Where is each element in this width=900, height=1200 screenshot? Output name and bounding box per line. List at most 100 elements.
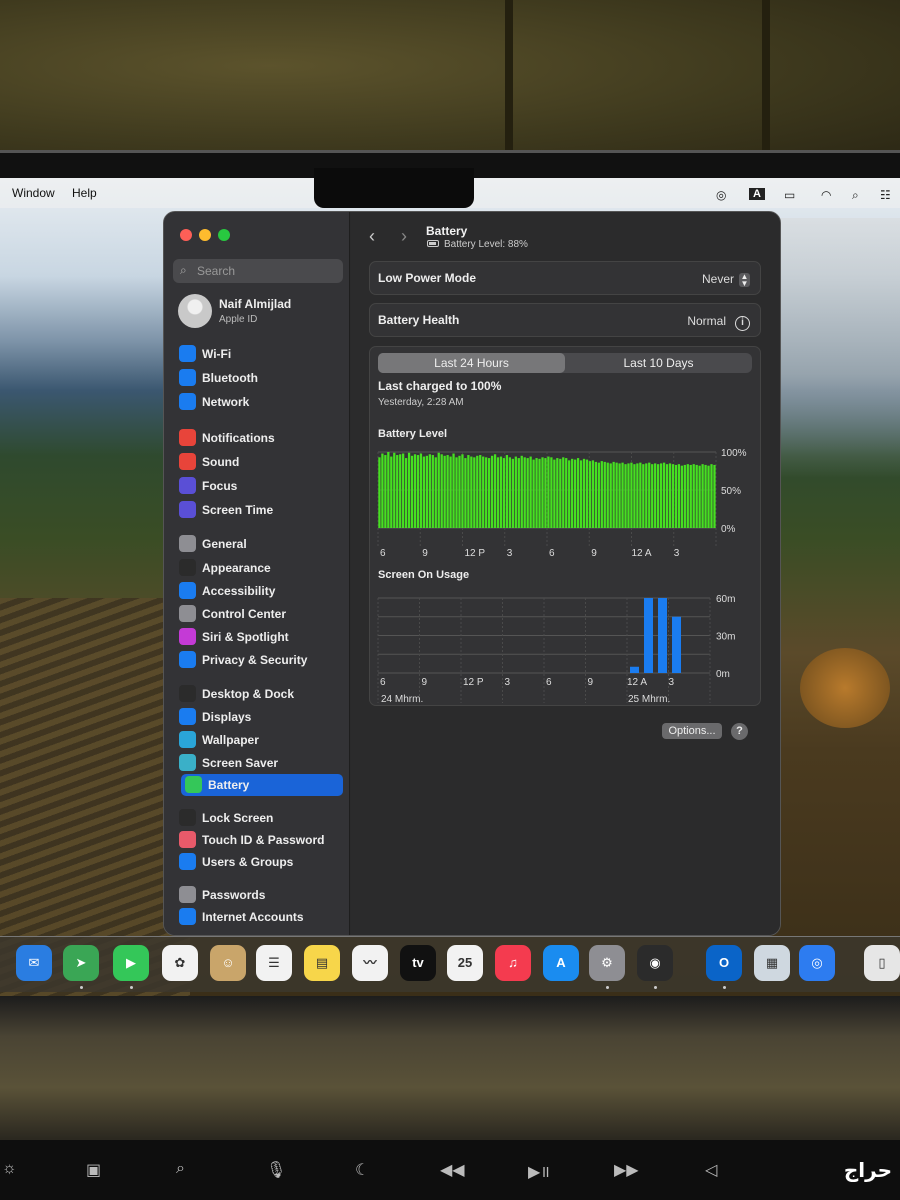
sidebar-item-passwords[interactable]: Passwords	[179, 884, 343, 906]
sidebar-item-focus[interactable]: Focus	[179, 475, 343, 497]
notes-icon[interactable]: ▤	[304, 945, 340, 981]
document-icon[interactable]: ▯	[864, 945, 900, 981]
sidebar-item-screen-saver[interactable]: Screen Saver	[179, 752, 343, 774]
sidebar-item-notifications[interactable]: Notifications	[179, 427, 343, 449]
mute-key-icon[interactable]: ◁	[705, 1160, 717, 1180]
sidebar-item-appearance[interactable]: Appearance	[179, 557, 343, 579]
preview-icon[interactable]: ◉	[637, 945, 673, 981]
sidebar-item-privacy-security[interactable]: Privacy & Security	[179, 649, 343, 671]
search-menubar-icon[interactable]: ⌕	[852, 188, 859, 203]
control-center-menubar-icon[interactable]: ☷	[880, 188, 891, 202]
sidebar-item-internet-accounts[interactable]: Internet Accounts	[179, 906, 343, 928]
do-not-disturb-key-icon[interactable]: ☾	[355, 1160, 369, 1180]
speaker-icon	[179, 453, 196, 470]
close-button[interactable]	[180, 229, 192, 241]
sidebar-item-screen-time[interactable]: Screen Time	[179, 499, 343, 521]
battery-level-bar	[511, 458, 514, 528]
system-settings-icon[interactable]: ⚙	[589, 945, 625, 981]
x-tick-label: 12 P	[463, 677, 484, 688]
battery-level-bar	[630, 462, 633, 528]
battery-level-bar	[603, 461, 606, 528]
hand-icon	[179, 651, 196, 668]
apple-id-account[interactable]: Naif Almijlad Apple ID	[178, 294, 348, 334]
calendar-icon[interactable]: 25	[447, 945, 483, 981]
battery-level-chart-title: Battery Level	[378, 428, 448, 440]
photos-icon[interactable]: ✿	[162, 945, 198, 981]
battery-level-bar	[496, 457, 500, 528]
sidebar-item-general[interactable]: General	[179, 533, 343, 555]
sidebar-item-battery[interactable]: Battery	[181, 774, 343, 796]
app-store-icon[interactable]: A	[543, 945, 579, 981]
maps-icon[interactable]: ➤	[63, 945, 99, 981]
rewind-key-icon[interactable]: ◀◀	[440, 1160, 465, 1180]
sidebar-item-touch-id-password[interactable]: Touch ID & Password	[179, 829, 343, 851]
facetime-icon[interactable]: ▶	[113, 945, 149, 981]
dictation-key-icon[interactable]: 🎙	[266, 1160, 286, 1180]
battery-level-bar	[425, 455, 429, 528]
options-button[interactable]: Options...	[662, 723, 722, 739]
info-icon[interactable]: i	[735, 316, 750, 331]
low-power-mode-select[interactable]: Never ▲ ▼	[702, 272, 750, 287]
battery-level-bar	[615, 462, 618, 528]
search-input[interactable]: ⌕ Search	[173, 259, 343, 283]
freeform-icon[interactable]: 〰	[352, 945, 388, 981]
forward-arrow-icon[interactable]: ›	[401, 226, 407, 247]
battery-level-bar	[695, 464, 698, 528]
sidebar-item-bluetooth[interactable]: Bluetooth	[179, 367, 343, 389]
minimize-button[interactable]	[199, 229, 211, 241]
mission-control-key-icon[interactable]: ▣	[86, 1160, 101, 1180]
battery-level-bar	[636, 463, 639, 528]
contacts-icon[interactable]: ☺	[210, 945, 246, 981]
music-icon[interactable]: ♫	[495, 945, 531, 981]
sidebar-item-wi-fi[interactable]: Wi-Fi	[179, 343, 343, 365]
low-power-mode-label: Low Power Mode	[378, 271, 477, 285]
battery-level-bar	[701, 464, 704, 528]
brightness-key-icon[interactable]: ☼	[2, 1160, 17, 1178]
users-icon	[179, 853, 196, 870]
image-capture-icon[interactable]: ▦	[754, 945, 790, 981]
outlook-icon[interactable]: O	[706, 945, 742, 981]
app-circle-icon[interactable]: ◎	[799, 945, 835, 981]
help-button[interactable]: ?	[731, 723, 748, 740]
sidebar-item-accessibility[interactable]: Accessibility	[179, 580, 343, 602]
battery-icon	[427, 240, 439, 247]
zoom-button[interactable]	[218, 229, 230, 241]
input-source-icon[interactable]: A	[749, 188, 765, 200]
sidebar-item-sound[interactable]: Sound	[179, 451, 343, 473]
battery-level-bar	[544, 458, 547, 528]
key-icon	[179, 886, 196, 903]
menu-window[interactable]: Window	[12, 186, 55, 200]
tab-last-10-days[interactable]: Last 10 Days	[565, 353, 752, 373]
battery-level-bar	[517, 458, 520, 528]
apple-tv-icon[interactable]: tv	[400, 945, 436, 981]
back-arrow-icon[interactable]: ‹	[369, 226, 375, 247]
siri-menubar-icon[interactable]: ◎	[716, 188, 726, 202]
x-tick-label: 3	[674, 548, 680, 559]
battery-level-bar	[671, 464, 675, 528]
mail-icon[interactable]: ✉	[16, 945, 52, 981]
menu-help[interactable]: Help	[72, 186, 97, 200]
sidebar-item-wallpaper[interactable]: Wallpaper	[179, 729, 343, 751]
battery-level-bar	[488, 458, 491, 528]
sidebar-item-displays[interactable]: Displays	[179, 706, 343, 728]
play-pause-key-icon[interactable]: ▶॥	[528, 1160, 550, 1182]
sidebar-item-control-center[interactable]: Control Center	[179, 603, 343, 625]
sidebar-item-users-groups[interactable]: Users & Groups	[179, 851, 343, 873]
screen-on-usage-chart: 60m 30m 0m 6 9 12 P 3 6 9 12 A 3 24 Mhrm. 25 Mhrm.	[377, 594, 735, 703]
sidebar-item-desktop-dock[interactable]: Desktop & Dock	[179, 683, 343, 705]
battery-menubar-icon[interactable]: ▭	[784, 188, 795, 202]
bell-icon	[179, 429, 196, 446]
sidebar-item-network[interactable]: Network	[179, 391, 343, 413]
sidebar-item-siri-spotlight[interactable]: Siri & Spotlight	[179, 626, 343, 648]
tab-last-24-hours[interactable]: Last 24 Hours	[378, 353, 565, 373]
wifi-menubar-icon[interactable]: ◠	[821, 188, 831, 202]
sidebar: ⌕ Search Naif Almijlad Apple ID Wi-Fi Blu…	[164, 212, 350, 935]
sidebar-item-lock-screen[interactable]: Lock Screen	[179, 807, 343, 829]
fast-forward-key-icon[interactable]: ▶▶	[614, 1160, 639, 1180]
reminders-icon[interactable]: ☰	[256, 945, 292, 981]
system-settings-window: ⌕ Search Naif Almijlad Apple ID Wi-Fi Blu…	[163, 211, 781, 936]
battery-level-bar	[523, 457, 526, 528]
background-cushion	[0, 0, 900, 165]
battery-health-status: Normal i	[687, 314, 750, 331]
spotlight-key-icon[interactable]: ⌕	[176, 1160, 185, 1178]
